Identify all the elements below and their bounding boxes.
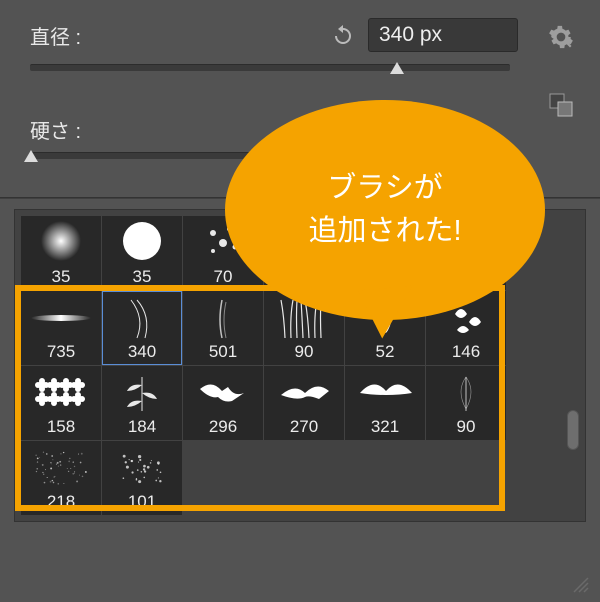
- brush-preset-streak[interactable]: 735: [21, 291, 101, 365]
- brush-row-new: 735 340 501 90 52 146 158 184 296 270 321 90 218 101: [21, 291, 511, 515]
- brush-size-label: 90: [457, 417, 476, 439]
- brush-size-label: 35: [133, 267, 152, 289]
- hardness-slider[interactable]: [30, 152, 510, 159]
- brush-preset-chalk[interactable]: 80: [264, 216, 344, 290]
- brush-size-label: 321: [371, 417, 399, 439]
- thumbnail-icon: [548, 92, 574, 118]
- brush-preset-leaves[interactable]: 184: [102, 366, 182, 440]
- thumbnail-toggle-button[interactable]: [548, 92, 574, 118]
- resize-grip[interactable]: [570, 574, 590, 594]
- brush-preset-grass[interactable]: 90: [264, 291, 344, 365]
- brush-preset-soft-round[interactable]: 35: [21, 216, 101, 290]
- soft-round-icon: [30, 221, 92, 265]
- speckle-icon: [111, 446, 173, 490]
- diameter-slider[interactable]: [30, 64, 510, 71]
- brush-size-label: 250: [371, 267, 399, 289]
- reset-diameter-button[interactable]: [330, 24, 356, 46]
- brush-preset-strand[interactable]: 340: [102, 291, 182, 365]
- brush-preset-petals[interactable]: 146: [426, 291, 506, 365]
- hardness-slider-thumb[interactable]: [24, 150, 38, 162]
- brush-size-label: 735: [47, 342, 75, 364]
- brush-preset-charcoal[interactable]: 150: [426, 216, 506, 290]
- chalk-icon: [273, 221, 335, 265]
- hardness-label: 硬さ :: [30, 121, 81, 143]
- bird-glide-icon: [273, 371, 335, 415]
- brush-preset-bird-soar[interactable]: 321: [345, 366, 425, 440]
- brush-preset-bird-fly[interactable]: 296: [183, 366, 263, 440]
- flame-icon: [354, 296, 416, 340]
- resize-icon: [570, 574, 590, 594]
- scatter-dots-icon: [192, 221, 254, 265]
- undo-icon: [332, 25, 354, 45]
- brush-preset-wisp[interactable]: 501: [183, 291, 263, 365]
- brush-preset-bird-glide[interactable]: 270: [264, 366, 344, 440]
- brush-size-label: 70: [214, 267, 233, 289]
- brush-preset-hard-round[interactable]: 35: [102, 216, 182, 290]
- panel-divider: [0, 197, 600, 199]
- brush-row-default: 35 35 70 80 250 150: [21, 216, 511, 290]
- flowers-icon: [30, 371, 92, 415]
- brush-size-label: 35: [52, 267, 71, 289]
- brush-size-label: 270: [290, 417, 318, 439]
- diameter-input[interactable]: [368, 18, 518, 52]
- brush-preset-speckle[interactable]: 101: [102, 441, 182, 515]
- brush-size-label: 501: [209, 342, 237, 364]
- hard-round-icon: [111, 221, 173, 265]
- streak-icon: [30, 296, 92, 340]
- settings-button[interactable]: [544, 20, 578, 54]
- strand-icon: [111, 296, 173, 340]
- brush-preset-scatter-dots[interactable]: 70: [183, 216, 263, 290]
- brush-size-label: 150: [452, 267, 480, 289]
- wisp-icon: [192, 296, 254, 340]
- brush-size-label: 184: [128, 417, 156, 439]
- grass-icon: [273, 296, 335, 340]
- feather-icon: [435, 371, 497, 415]
- spray-icon: [354, 221, 416, 265]
- bird-fly-icon: [192, 371, 254, 415]
- petals-icon: [435, 296, 497, 340]
- diameter-slider-thumb[interactable]: [390, 62, 404, 74]
- brush-preset-dust[interactable]: 218: [21, 441, 101, 515]
- brush-preset-feather[interactable]: 90: [426, 366, 506, 440]
- brush-size-label: 146: [452, 342, 480, 364]
- brush-size-label: 90: [295, 342, 314, 364]
- brush-size-label: 296: [209, 417, 237, 439]
- dust-icon: [30, 446, 92, 490]
- brush-size-label: 158: [47, 417, 75, 439]
- brush-preset-flowers[interactable]: 158: [21, 366, 101, 440]
- brush-size-label: 340: [128, 342, 156, 364]
- brush-size-label: 52: [376, 342, 395, 364]
- leaves-icon: [111, 371, 173, 415]
- diameter-label: 直径 :: [30, 21, 90, 50]
- brush-preset-spray[interactable]: 250: [345, 216, 425, 290]
- bird-soar-icon: [354, 371, 416, 415]
- gear-icon: [548, 24, 574, 50]
- brush-size-label: 101: [128, 492, 156, 514]
- brush-preset-flame[interactable]: 52: [345, 291, 425, 365]
- brush-size-label: 218: [47, 492, 75, 514]
- brush-size-label: 80: [295, 267, 314, 289]
- charcoal-icon: [435, 221, 497, 265]
- brush-preset-panel: 35 35 70 80 250 150 735 340 501 90 52 146 158 184 296…: [14, 209, 586, 522]
- preset-scrollbar[interactable]: [567, 410, 579, 450]
